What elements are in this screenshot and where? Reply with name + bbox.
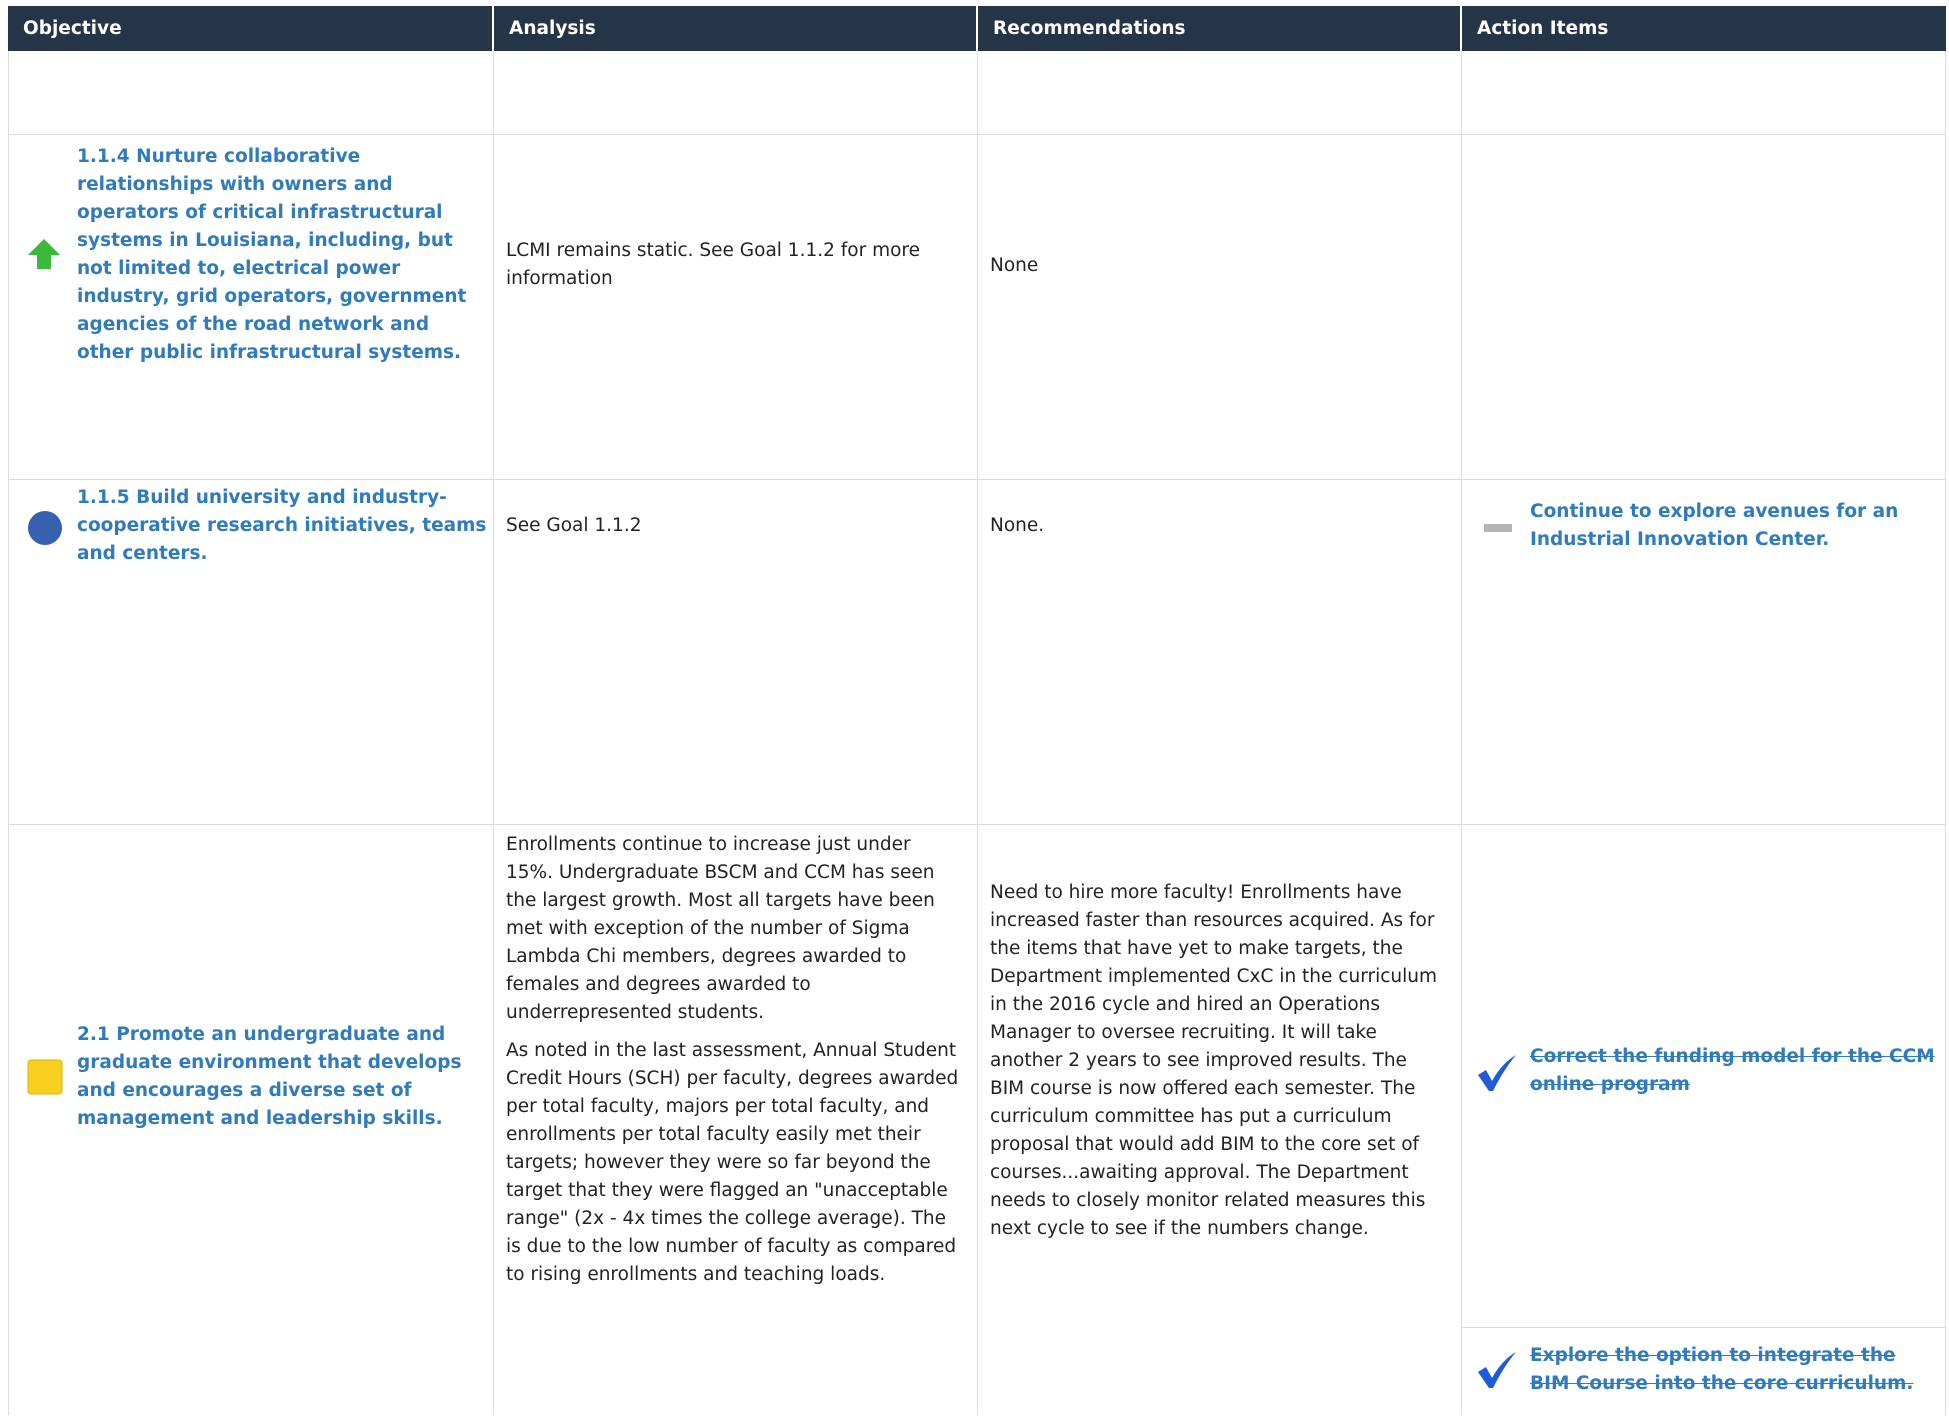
objective-link[interactable]: 2.1 Promote an undergraduate and graduat… (77, 1021, 487, 1133)
table-row: 1.1.5 Build university and industry-coop… (8, 480, 1946, 825)
table-row: 2.1 Promote an undergraduate and graduat… (8, 825, 1946, 1415)
green-up-arrow-icon (28, 239, 60, 269)
action-items-cell: Correct the funding model for the CCM on… (1462, 825, 1946, 1415)
recommendations-text: None. (990, 515, 1045, 536)
recommendations-cell: None (978, 135, 1462, 479)
cell-empty (978, 51, 1462, 134)
analysis-paragraph: As noted in the last assessment, Annual … (506, 1040, 959, 1285)
table-row-empty (8, 51, 1946, 135)
table-row: 1.1.4 Nurture collaborative relationship… (8, 135, 1946, 480)
blue-checkmark-icon (1478, 1055, 1516, 1091)
recommendations-cell: None. (978, 480, 1462, 824)
objective-cell: 1.1.5 Build university and industry-coop… (8, 480, 494, 824)
action-item-link[interactable]: Explore the option to integrate the BIM … (1530, 1342, 1935, 1398)
recommendations-text: None (990, 255, 1039, 276)
gray-dash-icon (1484, 524, 1512, 532)
action-item-subrow: Explore the option to integrate the BIM … (1462, 1327, 1945, 1416)
recommendations-text: Need to hire more faculty! Enrollments h… (990, 882, 1437, 1239)
analysis-text: See Goal 1.1.2 (506, 515, 642, 536)
objectives-table: Objective Analysis Recommendations Actio… (8, 6, 1946, 1415)
action-items-cell (1462, 135, 1946, 479)
analysis-cell: See Goal 1.1.2 (494, 480, 978, 824)
cell-empty (494, 51, 978, 134)
header-objective[interactable]: Objective (8, 6, 494, 51)
analysis-cell: LCMI remains static. See Goal 1.1.2 for … (494, 135, 978, 479)
objective-cell: 2.1 Promote an undergraduate and graduat… (8, 825, 494, 1415)
header-analysis[interactable]: Analysis (494, 6, 978, 51)
objective-link[interactable]: 1.1.5 Build university and industry-coop… (77, 484, 487, 568)
cell-empty (8, 51, 494, 134)
action-item-link[interactable]: Correct the funding model for the CCM on… (1530, 1043, 1935, 1099)
yellow-square-icon (27, 1059, 63, 1095)
cell-empty (1462, 51, 1946, 134)
analysis-cell: Enrollments continue to increase just un… (494, 825, 978, 1415)
blue-circle-icon (28, 511, 62, 545)
analysis-text: LCMI remains static. See Goal 1.1.2 for … (506, 240, 920, 289)
header-action-items[interactable]: Action Items (1462, 6, 1946, 51)
header-recommendations[interactable]: Recommendations (978, 6, 1462, 51)
blue-checkmark-icon (1478, 1352, 1516, 1388)
recommendations-cell: Need to hire more faculty! Enrollments h… (978, 825, 1462, 1415)
objective-cell: 1.1.4 Nurture collaborative relationship… (8, 135, 494, 479)
table-header: Objective Analysis Recommendations Actio… (8, 6, 1946, 51)
action-items-cell: Continue to explore avenues for an Indus… (1462, 480, 1946, 824)
objective-link[interactable]: 1.1.4 Nurture collaborative relationship… (77, 143, 487, 367)
analysis-paragraph: Enrollments continue to increase just un… (506, 834, 935, 1023)
action-item-link[interactable]: Continue to explore avenues for an Indus… (1530, 498, 1930, 554)
